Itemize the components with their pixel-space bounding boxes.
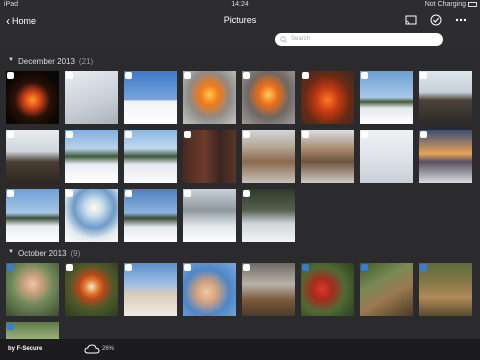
photo-thumbnail[interactable] bbox=[242, 189, 295, 242]
photo-badge-icon bbox=[243, 131, 250, 138]
photo-thumbnail[interactable] bbox=[65, 263, 118, 316]
photo-thumbnail[interactable] bbox=[124, 189, 177, 242]
photo-thumbnail[interactable] bbox=[242, 130, 295, 183]
photo-badge-icon bbox=[66, 72, 73, 79]
photo-thumbnail[interactable] bbox=[65, 130, 118, 183]
battery-status: Not Charging bbox=[424, 1, 466, 8]
section-count: (9) bbox=[70, 249, 81, 258]
photo-badge-icon bbox=[420, 131, 427, 138]
back-label: Home bbox=[12, 16, 37, 26]
photo-thumbnail[interactable] bbox=[65, 71, 118, 124]
photo-thumbnail[interactable] bbox=[242, 263, 295, 316]
photo-thumbnail[interactable] bbox=[65, 189, 118, 242]
photo-badge-icon bbox=[125, 72, 132, 79]
search-row: Search bbox=[0, 30, 480, 50]
brand-logo: by F-Secure bbox=[8, 346, 43, 352]
photo-badge-icon bbox=[125, 131, 132, 138]
photo-thumbnail[interactable] bbox=[6, 322, 59, 339]
photo-badge-icon bbox=[7, 264, 14, 271]
photo-thumbnail[interactable] bbox=[183, 71, 236, 124]
photo-badge-icon bbox=[184, 264, 191, 271]
photo-thumbnail[interactable] bbox=[419, 263, 472, 316]
photo-badge-icon bbox=[184, 131, 191, 138]
photo-thumbnail[interactable] bbox=[360, 71, 413, 124]
search-placeholder: Search bbox=[291, 36, 311, 42]
photo-thumbnail[interactable] bbox=[124, 71, 177, 124]
photo-badge-icon bbox=[7, 131, 14, 138]
battery-icon bbox=[468, 2, 477, 7]
photo-badge-icon bbox=[243, 190, 250, 197]
photo-badge-icon bbox=[243, 72, 250, 79]
photo-badge-icon bbox=[66, 131, 73, 138]
search-input[interactable]: Search bbox=[275, 33, 443, 46]
section-title: December 2013 bbox=[18, 57, 75, 66]
section-count: (21) bbox=[78, 57, 94, 66]
photo-thumbnail[interactable] bbox=[301, 71, 354, 124]
search-icon bbox=[280, 36, 287, 43]
section-header-october-2013[interactable]: ▼ October 2013 (9) bbox=[0, 246, 480, 260]
photo-thumbnail[interactable] bbox=[6, 263, 59, 316]
photo-badge-icon bbox=[302, 72, 309, 79]
cast-icon[interactable] bbox=[405, 14, 417, 26]
photo-badge-icon bbox=[302, 131, 309, 138]
clock: 14:24 bbox=[231, 1, 249, 8]
photo-thumbnail[interactable] bbox=[124, 263, 177, 316]
photo-badge-icon bbox=[184, 72, 191, 79]
chevron-left-icon: ‹ bbox=[6, 14, 10, 28]
photo-badge-icon bbox=[302, 264, 309, 271]
photo-badge-icon bbox=[66, 264, 73, 271]
photo-badge-icon bbox=[125, 264, 132, 271]
collapse-triangle-icon: ▼ bbox=[8, 57, 14, 63]
photo-thumbnail[interactable] bbox=[183, 263, 236, 316]
photo-thumbnail[interactable] bbox=[183, 130, 236, 183]
more-icon[interactable] bbox=[455, 14, 467, 26]
photo-thumbnail[interactable] bbox=[124, 130, 177, 183]
check-circle-icon[interactable] bbox=[430, 14, 442, 26]
photo-thumbnail[interactable] bbox=[6, 189, 59, 242]
section-header-december-2013[interactable]: ▼ December 2013 (21) bbox=[0, 54, 480, 68]
photo-badge-icon bbox=[125, 190, 132, 197]
photo-badge-icon bbox=[66, 190, 73, 197]
photo-thumbnail[interactable] bbox=[242, 71, 295, 124]
photo-thumbnail[interactable] bbox=[419, 130, 472, 183]
photo-badge-icon bbox=[420, 72, 427, 79]
photo-badge-icon bbox=[7, 323, 14, 330]
photo-thumbnail[interactable] bbox=[301, 263, 354, 316]
bottom-bar: by F-Secure 26% bbox=[0, 339, 480, 360]
navigation-bar: ‹ Home Pictures bbox=[0, 10, 480, 30]
photo-badge-icon bbox=[243, 264, 250, 271]
photo-badge-icon bbox=[184, 190, 191, 197]
photo-thumbnail[interactable] bbox=[360, 130, 413, 183]
photo-badge-icon bbox=[7, 190, 14, 197]
back-button[interactable]: ‹ Home bbox=[6, 13, 37, 28]
photo-thumbnail[interactable] bbox=[6, 130, 59, 183]
photo-badge-icon bbox=[361, 131, 368, 138]
storage-percent: 26% bbox=[102, 346, 115, 352]
photo-badge-icon bbox=[361, 264, 368, 271]
photo-thumbnail[interactable] bbox=[301, 130, 354, 183]
photo-thumbnail[interactable] bbox=[183, 189, 236, 242]
photo-thumbnail[interactable] bbox=[419, 71, 472, 124]
photo-badge-icon bbox=[361, 72, 368, 79]
status-bar: iPad 14:24 Not Charging bbox=[0, 0, 480, 10]
photo-thumbnail[interactable] bbox=[360, 263, 413, 316]
cloud-icon[interactable] bbox=[84, 343, 100, 355]
photo-badge-icon bbox=[420, 264, 427, 271]
collapse-triangle-icon: ▼ bbox=[8, 249, 14, 255]
photo-thumbnail[interactable] bbox=[6, 71, 59, 124]
section-title: October 2013 bbox=[18, 249, 67, 258]
photo-badge-icon bbox=[7, 72, 14, 79]
